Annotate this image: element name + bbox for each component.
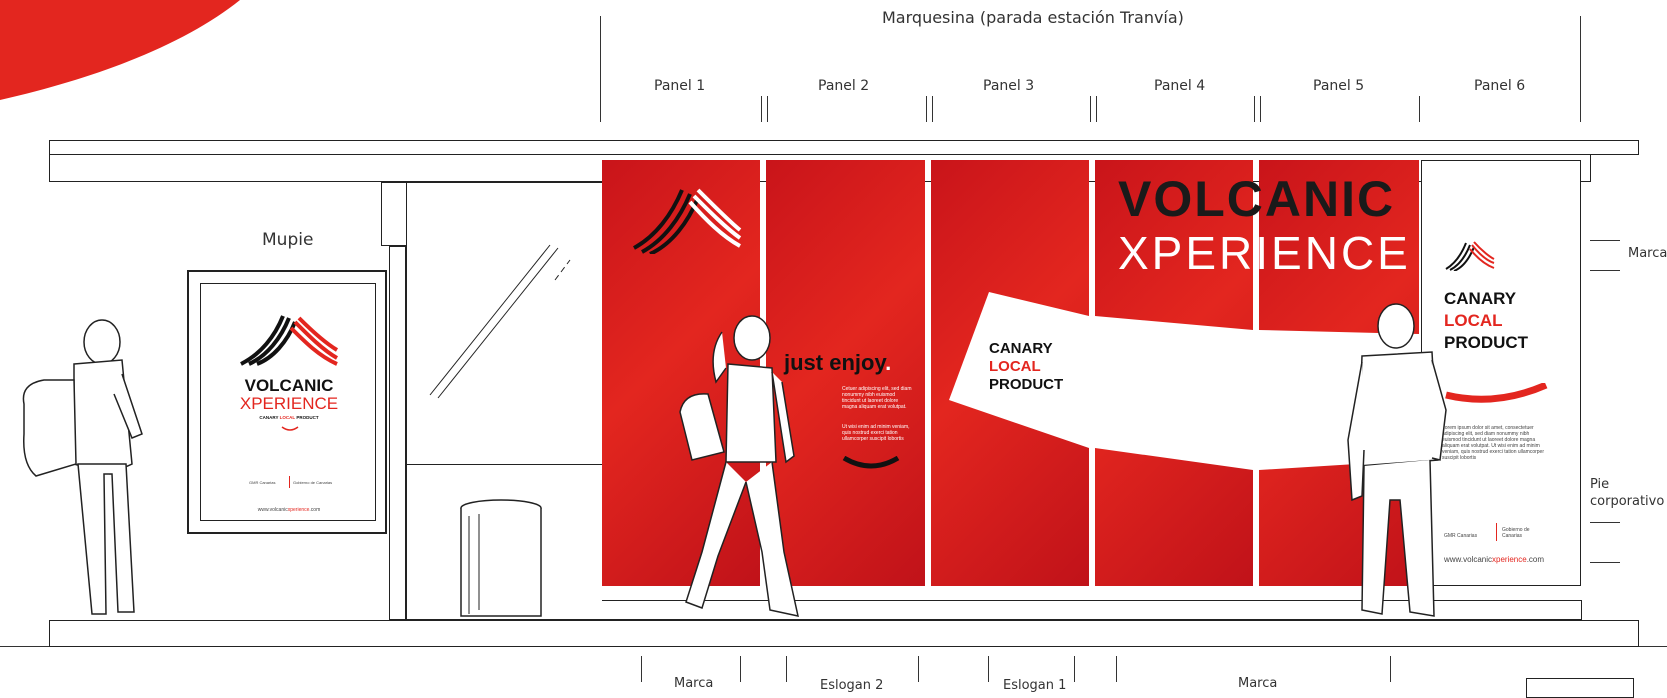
mupie-poster: VOLCANIC XPERIENCE CANARY LOCAL PRODUCT … (200, 283, 376, 521)
pie-marker-bottom (1590, 562, 1620, 563)
brand-headline-line1: VOLCANIC (1118, 171, 1396, 227)
panel-3: CANARY LOCAL PRODUCT (931, 160, 1089, 586)
bottom-bracket (1390, 656, 1391, 682)
glass-reflection-marks (429, 244, 571, 399)
mupie-tagline-pre: CANARY (259, 415, 280, 420)
logo-divider (1496, 523, 1497, 541)
bottom-bracket (1116, 656, 1117, 682)
panel6-line2: LOCAL (1444, 311, 1503, 330)
panel6-body: Lorem ipsum dolor sit amet, consectetuer… (1442, 425, 1544, 461)
side-label-marca: Marca (1628, 246, 1667, 261)
person-walking (679, 315, 799, 617)
panel6-line3: PRODUCT (1444, 333, 1529, 352)
panel-label-5: Panel 5 (1313, 78, 1365, 94)
mupie-tagline-red: LOCAL (279, 415, 296, 420)
mupie-logo-gobierno: Gobierno de Canarias (293, 480, 333, 485)
shelter-base (49, 620, 1639, 647)
panel6-url-red: xperience (1492, 555, 1527, 564)
panel-divider-tick (767, 96, 768, 122)
bottom-label-eslogan-1: Eslogan 1 (1003, 678, 1067, 693)
smile-swoosh (842, 456, 900, 469)
panel-divider-tick (1254, 96, 1255, 122)
panel6-url-post: .com (1526, 555, 1545, 564)
panel3-line1: CANARY (989, 340, 1053, 357)
panel2-body-1: Cetuer adipiscing elit, sed diam nonummy… (842, 386, 912, 410)
pie-marker-top (1590, 522, 1620, 523)
panel-divider-tick (1419, 96, 1420, 122)
brand-swoosh-shape (0, 0, 240, 100)
brand-stripes-logo (633, 188, 742, 254)
bottom-bracket (786, 656, 787, 682)
logo-divider (289, 476, 290, 488)
slogan-dot: . (885, 350, 892, 375)
smile-swoosh (281, 426, 299, 431)
header-left-bracket (600, 16, 601, 122)
bottom-label-marca-1: Marca (674, 676, 714, 691)
panel6-logo-gobierno: Gobierno de Canarias (1502, 527, 1530, 539)
panel2-body-2: Ut wisi enim ad minim veniam, quis nostr… (842, 424, 910, 442)
smile-swoosh (1445, 383, 1548, 403)
panel-divider-tick (1260, 96, 1261, 122)
mupie-frame: VOLCANIC XPERIENCE CANARY LOCAL PRODUCT … (187, 270, 387, 534)
mupie-url-red: xperience (287, 507, 310, 513)
bottom-bracket (988, 656, 989, 682)
marca-marker-bottom (1590, 270, 1620, 271)
brand-stripes-logo (240, 315, 339, 366)
brand-stripes-logo (1445, 241, 1495, 271)
panel-divider-tick (926, 96, 927, 122)
shelter-post-lower (389, 246, 406, 620)
panel-label-1: Panel 1 (654, 78, 706, 94)
side-label-pie: Pie corporativo (1590, 477, 1665, 509)
bottom-bracket (641, 656, 642, 682)
shelter-title: Marquesina (parada estación Tranvía) (882, 8, 1184, 27)
panel6-url: www.volcanicxperience.com (1444, 555, 1544, 565)
bottom-bracket (740, 656, 741, 682)
mupie-url-post: .com (309, 507, 321, 513)
mupie-brand-line1: VOLCANIC (244, 376, 334, 395)
panel-label-2: Panel 2 (818, 78, 870, 94)
panel-label-4: Panel 4 (1154, 78, 1206, 94)
mupie-tagline: CANARY LOCAL PRODUCT (201, 415, 377, 420)
panel-divider-tick (932, 96, 933, 122)
panel3-line2: LOCAL (989, 358, 1041, 375)
bottom-label-eslogan-2: Eslogan 2 (820, 678, 884, 693)
panel-label-3: Panel 3 (983, 78, 1035, 94)
panel3-line3: PRODUCT (989, 376, 1064, 393)
header-right-bracket (1580, 16, 1581, 122)
corner-box (1526, 678, 1634, 698)
person-with-backpack (22, 319, 143, 615)
mupie-label: Mupie (262, 230, 314, 250)
panel6-url-pre: www.volcanic (1444, 555, 1493, 564)
mupie-url: www.volcanicxperience.com (201, 507, 377, 513)
panel-label-6: Panel 6 (1474, 78, 1526, 94)
panel-divider-tick (1096, 96, 1097, 122)
bottom-bracket (918, 656, 919, 682)
mupie-logo-gmr: GMR Canarias (249, 480, 276, 485)
trash-bin (460, 499, 542, 617)
bottom-bracket (1074, 656, 1075, 682)
panel-divider-tick (761, 96, 762, 122)
bottom-label-marca-2: Marca (1238, 676, 1278, 691)
panel6-line1: CANARY (1444, 289, 1517, 308)
brand-headline-line2: XPERIENCE (1118, 227, 1411, 279)
mupie-brand-line2: XPERIENCE (239, 394, 339, 413)
mupie-url-pre: www.volcanic (257, 507, 288, 513)
marca-marker-top (1590, 240, 1620, 241)
mupie-tagline-post: PRODUCT (295, 415, 319, 420)
panel-divider-tick (1090, 96, 1091, 122)
shelter-roof (49, 140, 1639, 155)
person-standing (1347, 303, 1447, 617)
